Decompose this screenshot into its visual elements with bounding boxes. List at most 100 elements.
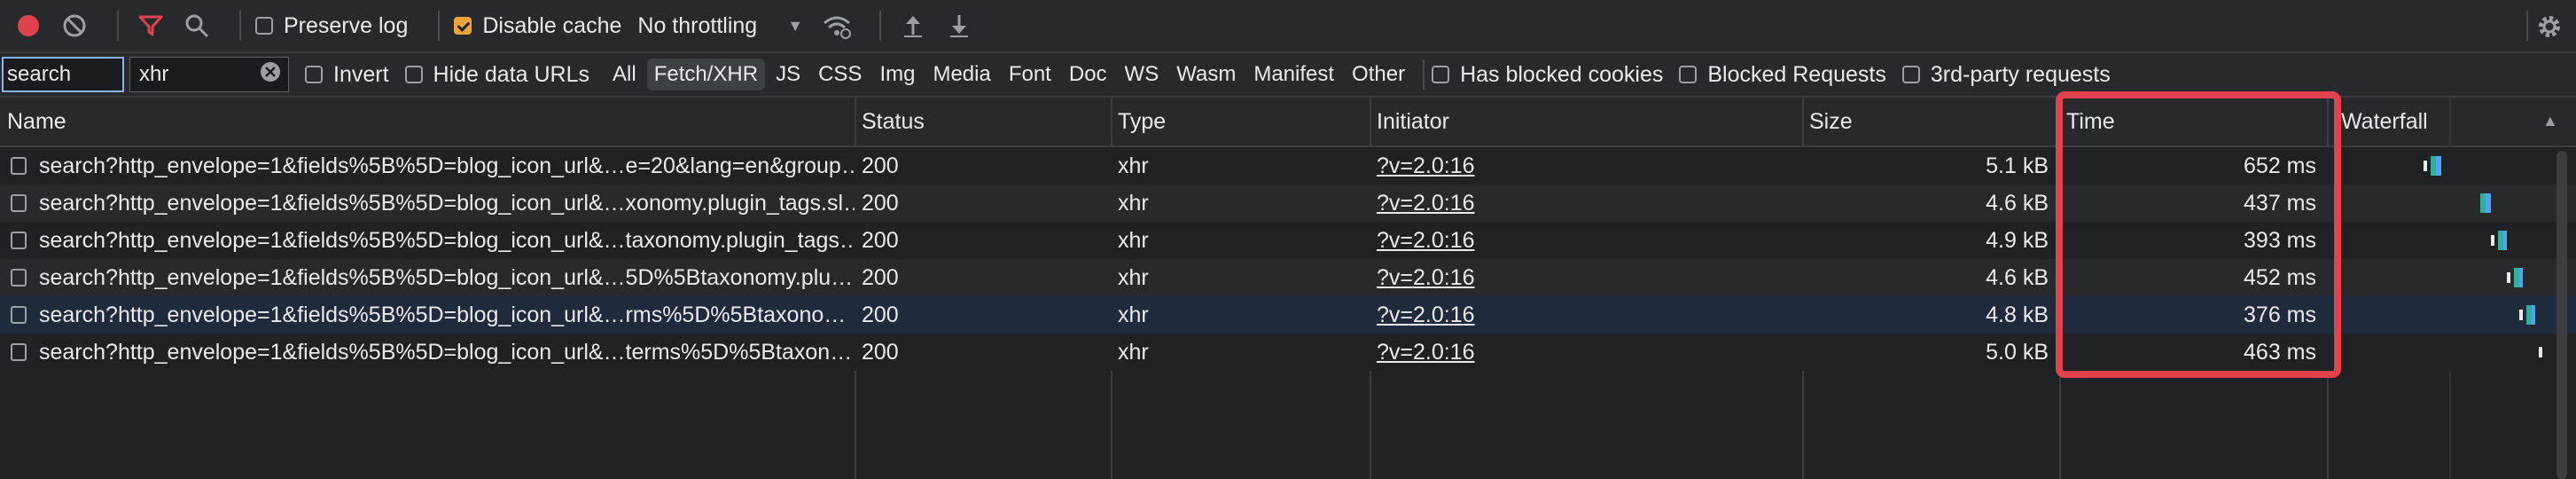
- request-name-cell[interactable]: search?http_envelope=1&fields%5B%5D=blog…: [0, 259, 855, 296]
- status-cell: 200: [855, 296, 1111, 334]
- type-value: xhr: [1118, 190, 1149, 216]
- request-name-cell[interactable]: search?http_envelope=1&fields%5B%5D=blog…: [0, 185, 855, 222]
- status-cell: 200: [855, 334, 1111, 371]
- type-filter-fetch-xhr[interactable]: Fetch/XHR: [646, 59, 766, 90]
- type-filter-doc[interactable]: Doc: [1062, 59, 1114, 90]
- column-header-waterfall[interactable]: Waterfall: [2329, 98, 2558, 145]
- type-cell: xhr: [1111, 296, 1370, 334]
- export-har-icon[interactable]: [941, 8, 977, 43]
- type-filter-wasm[interactable]: Wasm: [1169, 59, 1243, 90]
- filter-input-text: xhr: [139, 62, 169, 86]
- status-value: 200: [862, 227, 899, 253]
- disable-cache-label: Disable cache: [482, 12, 622, 38]
- request-name-cell[interactable]: search?http_envelope=1&fields%5B%5D=blog…: [0, 147, 855, 185]
- request-file-icon: [11, 306, 27, 324]
- type-filter-img[interactable]: Img: [872, 59, 922, 90]
- status-value: 200: [862, 190, 899, 216]
- waterfall-queue-segment: [2519, 310, 2523, 320]
- initiator-link[interactable]: ?v=2.0:16: [1377, 265, 1475, 291]
- resource-type-filters: All Fetch/XHR JS CSS Img Media Font Doc WS Wasm Ma…: [605, 59, 1416, 90]
- type-value: xhr: [1118, 339, 1149, 365]
- invert-label: Invert: [333, 61, 389, 87]
- vertical-scrollbar[interactable]: [2556, 151, 2567, 479]
- column-header-size[interactable]: Size: [1802, 98, 2059, 145]
- invert-checkbox[interactable]: Invert: [305, 62, 389, 88]
- toolbar-divider: [239, 11, 241, 41]
- checkbox-box-checked[interactable]: [454, 17, 472, 35]
- initiator-link[interactable]: ?v=2.0:16: [1377, 302, 1475, 328]
- checkbox-box[interactable]: [1432, 66, 1450, 83]
- checkbox-box[interactable]: [255, 17, 273, 35]
- filter-input[interactable]: xhr: [129, 57, 289, 92]
- column-header-label: Status: [862, 108, 925, 134]
- hide-data-urls-checkbox[interactable]: Hide data URLs: [404, 61, 590, 88]
- initiator-cell: ?v=2.0:16: [1370, 334, 1802, 371]
- checkbox-box[interactable]: [1901, 66, 1920, 83]
- size-value: 4.6 kB: [1986, 190, 2049, 216]
- status-value: 200: [862, 264, 899, 290]
- import-har-icon[interactable]: [895, 8, 931, 43]
- toolbar-divider: [117, 11, 119, 41]
- waterfall-download-segment: [2486, 193, 2491, 213]
- request-file-icon: [11, 343, 27, 361]
- request-name-cell[interactable]: search?http_envelope=1&fields%5B%5D=blog…: [0, 296, 855, 334]
- settings-gear-icon[interactable]: [2532, 9, 2567, 44]
- has-blocked-cookies-label: Has blocked cookies: [1460, 61, 1664, 87]
- disable-cache-checkbox[interactable]: Disable cache: [454, 13, 621, 39]
- preserve-log-label: Preserve log: [284, 12, 409, 38]
- type-filter-font[interactable]: Font: [1002, 59, 1058, 90]
- network-conditions-icon[interactable]: [819, 8, 855, 43]
- request-name: search?http_envelope=1&fields%5B%5D=blog…: [39, 190, 855, 216]
- checkbox-box[interactable]: [404, 66, 423, 83]
- waterfall-queue-segment: [2491, 235, 2494, 246]
- initiator-link[interactable]: ?v=2.0:16: [1377, 340, 1475, 365]
- third-party-requests-checkbox[interactable]: 3rd-party requests: [1901, 61, 2111, 88]
- waterfall-download-segment: [2532, 305, 2535, 325]
- blocked-requests-checkbox[interactable]: Blocked Requests: [1679, 62, 1886, 88]
- size-value: 4.6 kB: [1986, 264, 2049, 290]
- status-cell: 200: [855, 185, 1111, 222]
- third-party-requests-label: 3rd-party requests: [1930, 61, 2111, 87]
- type-filter-media[interactable]: Media: [925, 59, 997, 90]
- column-header-initiator[interactable]: Initiator: [1370, 98, 1802, 145]
- chevron-down-icon: ▼: [787, 16, 804, 35]
- has-blocked-cookies-checkbox[interactable]: Has blocked cookies: [1432, 62, 1663, 88]
- request-name: search?http_envelope=1&fields%5B%5D=blog…: [39, 339, 853, 365]
- checkbox-box[interactable]: [1679, 66, 1698, 83]
- column-header-type[interactable]: Type: [1111, 98, 1370, 145]
- type-value: xhr: [1118, 153, 1149, 178]
- type-filter-ws[interactable]: WS: [1118, 59, 1167, 90]
- size-value: 5.1 kB: [1986, 153, 2049, 178]
- throttling-select[interactable]: No throttling ▼: [637, 13, 803, 39]
- size-cell: 4.9 kB: [1802, 222, 2059, 259]
- initiator-cell: ?v=2.0:16: [1370, 222, 1802, 259]
- search-icon[interactable]: [179, 8, 215, 43]
- search-input[interactable]: search: [2, 57, 124, 92]
- type-filter-all[interactable]: All: [605, 59, 644, 90]
- request-name-cell[interactable]: search?http_envelope=1&fields%5B%5D=blog…: [0, 222, 855, 259]
- column-header-name[interactable]: Name: [0, 98, 855, 145]
- request-name-cell[interactable]: search?http_envelope=1&fields%5B%5D=blog…: [0, 334, 855, 371]
- waterfall-queue-segment: [2507, 272, 2510, 283]
- request-file-icon: [11, 157, 27, 175]
- initiator-link[interactable]: ?v=2.0:16: [1377, 153, 1475, 179]
- type-filter-css[interactable]: CSS: [811, 59, 869, 90]
- sort-ascending-icon[interactable]: ▲: [2542, 112, 2558, 130]
- initiator-link[interactable]: ?v=2.0:16: [1377, 191, 1475, 216]
- clear-filter-icon[interactable]: [260, 61, 281, 89]
- filter-icon[interactable]: [133, 8, 168, 43]
- record-icon[interactable]: [11, 8, 46, 43]
- initiator-link[interactable]: ?v=2.0:16: [1377, 228, 1475, 254]
- checkbox-box[interactable]: [305, 66, 323, 83]
- column-header-status[interactable]: Status: [855, 98, 1117, 145]
- initiator-cell: ?v=2.0:16: [1370, 296, 1802, 334]
- type-filter-js[interactable]: JS: [769, 59, 808, 90]
- throttling-value: No throttling: [637, 12, 758, 38]
- hide-data-urls-label: Hide data URLs: [433, 61, 590, 87]
- clear-icon[interactable]: [57, 8, 92, 43]
- toolbar-divider: [879, 11, 882, 41]
- network-toolbar: Preserve log Disable cache No throttling…: [0, 0, 2576, 53]
- preserve-log-checkbox[interactable]: Preserve log: [255, 13, 408, 39]
- type-filter-other[interactable]: Other: [1345, 59, 1412, 90]
- type-filter-manifest[interactable]: Manifest: [1246, 59, 1341, 90]
